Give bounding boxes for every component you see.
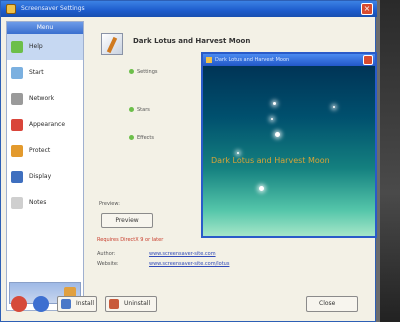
- screensaver-preview: Dark Lotus and Harvest Moon: [203, 66, 375, 236]
- display-icon: [11, 171, 23, 183]
- title-bar[interactable]: Screensaver Settings ×: [1, 1, 377, 17]
- sidebar-item-label: Network: [29, 95, 55, 102]
- start-icon: [11, 67, 23, 79]
- globe-icon[interactable]: [33, 296, 49, 312]
- option-stars[interactable]: Stars: [129, 107, 150, 113]
- close-dialog-button[interactable]: Close: [306, 296, 358, 312]
- sidebar-item-label: Protect: [29, 147, 51, 154]
- bottom-toolbar: Install Uninstall Close: [1, 291, 377, 322]
- star-icon: [275, 132, 280, 137]
- help-icon: [11, 41, 23, 53]
- check-icon: [129, 69, 134, 74]
- preview-window-title: Dark Lotus and Harvest Moon: [215, 57, 290, 63]
- window-title: Screensaver Settings: [21, 5, 85, 12]
- notes-icon: [11, 197, 23, 209]
- app-icon: [206, 57, 212, 63]
- star-icon: [273, 102, 276, 105]
- network-icon: [11, 93, 23, 105]
- close-icon[interactable]: [363, 55, 373, 65]
- check-icon: [129, 135, 134, 140]
- preview-window: Dark Lotus and Harvest Moon Dark Lotus a…: [201, 52, 377, 238]
- option-label: Stars: [137, 107, 150, 113]
- pencil-icon: [101, 33, 123, 55]
- author-label: Author:: [97, 251, 116, 257]
- website-link[interactable]: www.screensaver-site.com/lotus: [149, 261, 229, 267]
- option-settings[interactable]: Settings: [129, 69, 158, 75]
- uninstall-button[interactable]: Uninstall: [105, 296, 157, 312]
- sidebar-item-protect[interactable]: Protect: [7, 138, 83, 164]
- star-icon: [333, 106, 335, 108]
- preview-overlay-text: Dark Lotus and Harvest Moon: [211, 156, 330, 165]
- protect-icon: [11, 145, 23, 157]
- desktop-background: [380, 0, 400, 322]
- install-label: Install: [76, 300, 95, 307]
- star-icon: [259, 186, 264, 191]
- sidebar-item-appearance[interactable]: Appearance: [7, 112, 83, 138]
- sidebar-item-network[interactable]: Network: [7, 86, 83, 112]
- preview-title-bar[interactable]: Dark Lotus and Harvest Moon: [203, 54, 375, 66]
- preview-button[interactable]: Preview: [101, 213, 153, 228]
- preview-label: Preview:: [99, 201, 120, 207]
- sidebar-item-label: Appearance: [29, 121, 66, 128]
- requirement-notice: Requires DirectX 9 or later: [97, 237, 164, 243]
- author-link[interactable]: www.screensaver-site.com: [149, 251, 216, 257]
- install-icon: [61, 299, 71, 309]
- sidebar-item-label: Start: [29, 69, 44, 76]
- sidebar-item-label: Help: [29, 43, 43, 50]
- check-icon: [129, 107, 134, 112]
- sidebar-item-label: Display: [29, 173, 52, 180]
- sidebar-item-notes[interactable]: Notes: [7, 190, 83, 216]
- app-icon: [6, 4, 16, 14]
- sidebar: Menu Help Start Network Appearance Prote…: [6, 21, 84, 311]
- stop-icon[interactable]: [11, 296, 27, 312]
- close-button[interactable]: ×: [361, 3, 373, 15]
- option-effects[interactable]: Effects: [129, 135, 154, 141]
- page-title: Dark Lotus and Harvest Moon: [133, 37, 251, 45]
- install-button[interactable]: Install: [57, 296, 97, 312]
- appearance-icon: [11, 119, 23, 131]
- option-label: Settings: [137, 69, 158, 75]
- sidebar-item-start[interactable]: Start: [7, 60, 83, 86]
- uninstall-icon: [109, 299, 119, 309]
- close-label: Close: [319, 300, 336, 307]
- sidebar-item-help[interactable]: Help: [7, 34, 83, 60]
- website-label: Website:: [97, 261, 119, 267]
- uninstall-label: Uninstall: [124, 300, 151, 307]
- sidebar-item-display[interactable]: Display: [7, 164, 83, 190]
- sidebar-header: Menu: [7, 22, 83, 34]
- star-icon: [237, 152, 239, 154]
- option-label: Effects: [137, 135, 154, 141]
- star-icon: [271, 118, 273, 120]
- sidebar-item-label: Notes: [29, 199, 47, 206]
